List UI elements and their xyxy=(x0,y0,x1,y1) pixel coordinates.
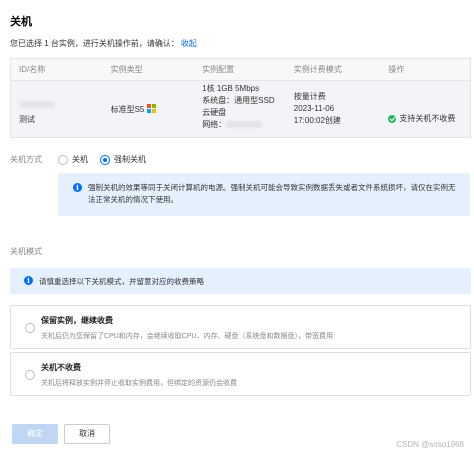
header-operation: 操作 xyxy=(388,65,405,74)
instance-type: 标准型S5 xyxy=(110,105,145,114)
info-icon: i xyxy=(24,276,33,285)
shutdown-mode-notice-text: 请慎重选择以下关机模式，并留意对应的收费策略 xyxy=(39,277,204,286)
option-keep-instance[interactable]: 保留实例，继续收费 关机后仍为您保留了CPU和内存，会继续收取CPU、内存、硬盘… xyxy=(10,305,471,349)
operation-status: 支持关机不收费 xyxy=(399,114,456,123)
confirm-button[interactable]: 确定 xyxy=(12,424,58,444)
config-cloud-disk: 云硬盘 xyxy=(202,108,227,117)
shutdown-mode-label: 关机模式 xyxy=(10,247,42,256)
redacted-network xyxy=(226,121,263,129)
radio-circle-checked-icon[interactable] xyxy=(100,154,110,165)
table-row: 测试 标准型S5 1核 1GB 5Mbps 系统盘：通用型SSD 云硬盘 网络：… xyxy=(11,81,470,137)
force-shutdown-info: i 强制关机的效果等同于关闭计算机的电源。强制关机可能会导致实例数据丢失或者文件… xyxy=(58,173,470,216)
billing-date: 2023-11-06 xyxy=(293,104,335,113)
watermark: CSDN @soso1968 xyxy=(396,440,464,449)
config-network-label: 网络： xyxy=(202,120,227,129)
shutdown-dialog: 关机 您已选择 1 台实例，进行关机操作前，请确认： 收起 ID/名称 实例类型 … xyxy=(0,0,474,455)
check-circle-icon xyxy=(388,115,397,123)
config-spec: 1核 1GB 5Mbps xyxy=(202,84,260,93)
dialog-title: 关机 xyxy=(10,16,32,28)
cell-instance-type: 标准型S5 xyxy=(103,81,195,137)
header-instance-type: 实例类型 xyxy=(110,65,143,74)
cell-instance-config: 1核 1GB 5Mbps 系统盘：通用型SSD 云硬盘 网络： xyxy=(194,81,286,137)
confirm-message: 您已选择 1 台实例，进行关机操作前，请确认： 收起 xyxy=(10,38,197,49)
header-instance-config: 实例配置 xyxy=(202,65,235,74)
radio-shutdown[interactable]: 关机 xyxy=(58,154,88,165)
config-network: 网络： xyxy=(202,119,286,131)
cancel-button[interactable]: 取消 xyxy=(64,424,110,444)
instance-table: ID/名称 实例类型 实例配置 实例计费模式 操作 测试 标准型S5 1核 1G… xyxy=(10,58,471,138)
shutdown-method-row: 关机方式 关机 强制关机 xyxy=(10,154,158,165)
option-no-charge-desc: 关机后将释放实例并停止收取实例费用，但绑定的资源仍会收费 xyxy=(41,380,237,387)
info-icon: i xyxy=(73,183,82,192)
radio-circle-icon[interactable] xyxy=(58,154,68,165)
config-system-disk: 系统盘：通用型SSD xyxy=(202,96,275,105)
billing-time: 17:00:02创建 xyxy=(293,116,341,125)
force-shutdown-info-text: 强制关机的效果等同于关闭计算机的电源。强制关机可能会导致实例数据丢失或者文件系统… xyxy=(88,183,456,204)
instance-name: 测试 xyxy=(19,115,35,124)
collapse-link[interactable]: 收起 xyxy=(181,39,197,48)
radio-shutdown-label: 关机 xyxy=(72,155,88,164)
table-header: ID/名称 实例类型 实例配置 实例计费模式 操作 xyxy=(11,59,470,81)
option-no-charge-title: 关机不收费 xyxy=(41,363,81,372)
billing-mode: 按量计费 xyxy=(293,92,326,101)
cell-billing: 按量计费 2023-11-06 17:00:02创建 xyxy=(286,81,381,137)
option-keep-instance-desc: 关机后仍为您保留了CPU和内存，会继续收取CPU、内存、硬盘（系统盘和数据盘），… xyxy=(41,333,334,340)
radio-force-shutdown[interactable]: 强制关机 xyxy=(100,154,146,165)
windows-icon xyxy=(147,104,157,113)
option-no-charge[interactable]: 关机不收费 关机后将释放实例并停止收取实例费用，但绑定的资源仍会收费 xyxy=(10,352,471,396)
option-keep-instance-title: 保留实例，继续收费 xyxy=(41,316,113,325)
header-id-name: ID/名称 xyxy=(19,65,46,74)
shutdown-method-label: 关机方式 xyxy=(10,155,42,164)
radio-force-shutdown-label: 强制关机 xyxy=(114,155,146,164)
confirm-text: 您已选择 1 台实例，进行关机操作前，请确认： xyxy=(10,39,179,48)
radio-circle-icon[interactable] xyxy=(25,370,35,380)
cell-id-name: 测试 xyxy=(11,81,103,137)
cell-operation: 支持关机不收费 xyxy=(380,81,470,137)
shutdown-mode-notice: i 请慎重选择以下关机模式，并留意对应的收费策略 xyxy=(10,268,471,294)
radio-circle-icon[interactable] xyxy=(25,323,35,333)
header-billing-mode: 实例计费模式 xyxy=(293,65,342,74)
redacted-instance-id xyxy=(19,101,55,108)
